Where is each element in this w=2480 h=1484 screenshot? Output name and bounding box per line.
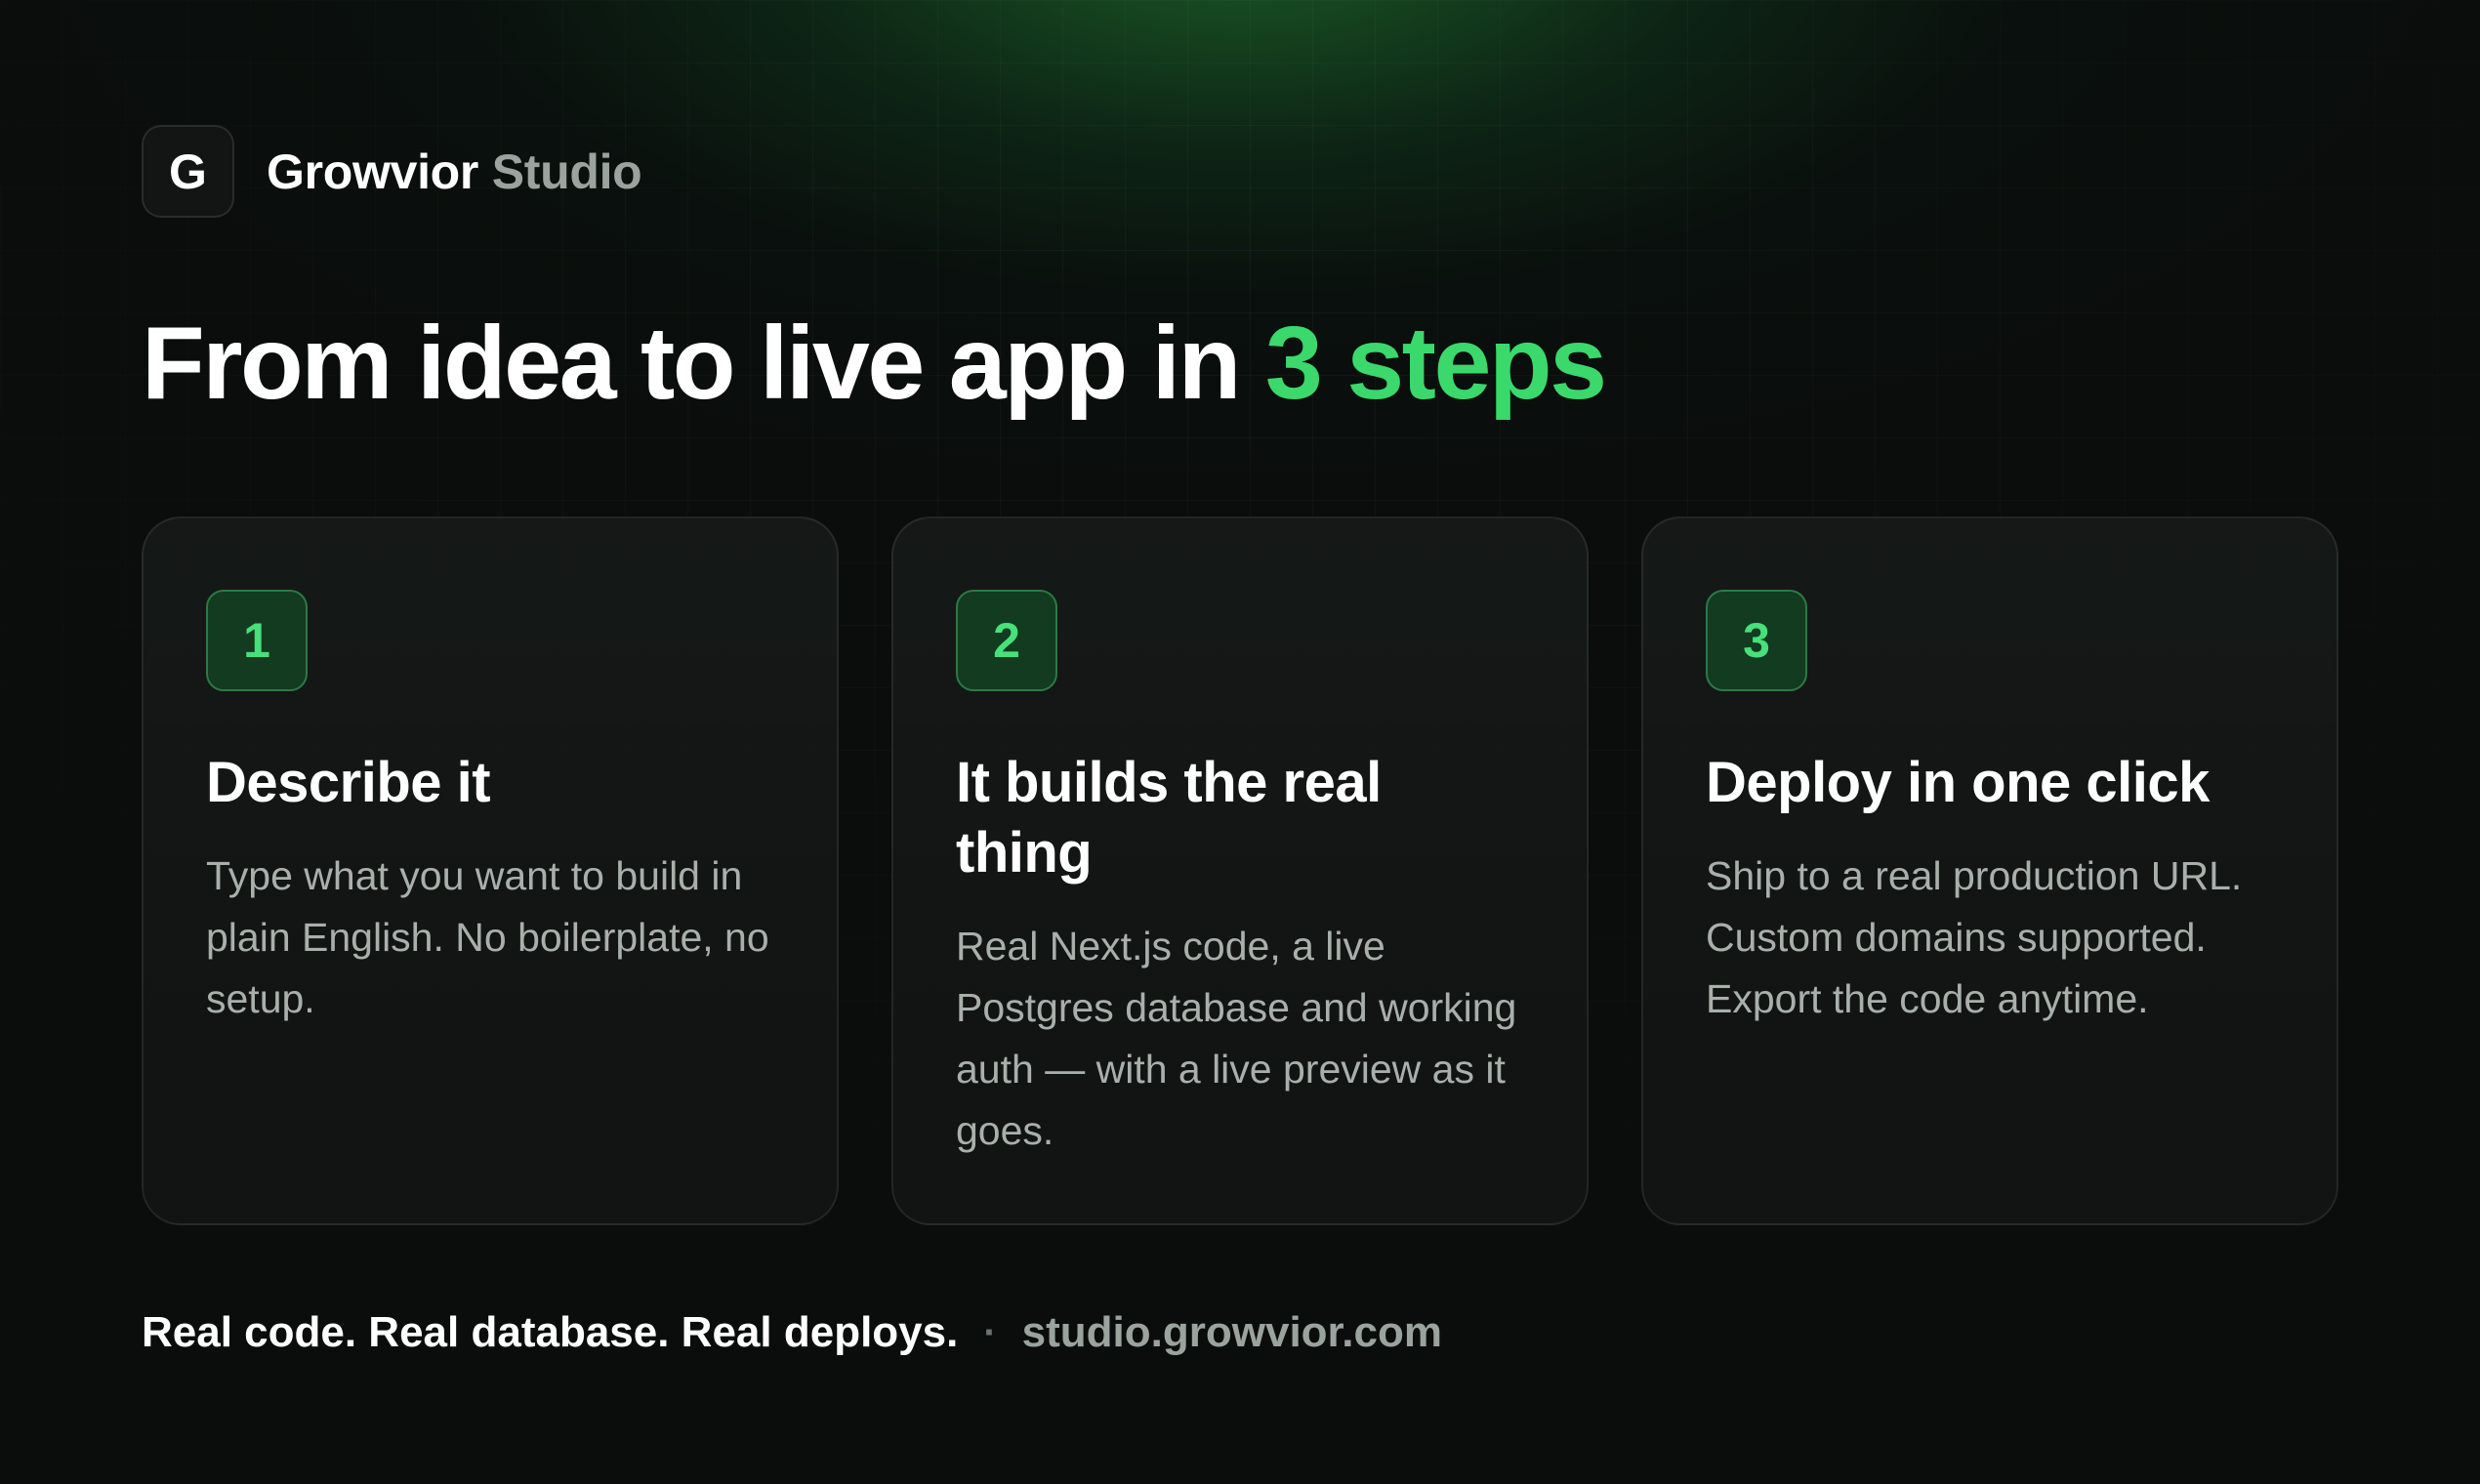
footer-separator: ·	[983, 1310, 997, 1354]
step-title: Describe it	[206, 751, 491, 814]
brand-name-suffix: Studio	[491, 144, 642, 199]
step-number-badge: 1	[206, 590, 308, 691]
step-description: Real Next.js code, a live Postgres datab…	[956, 924, 1517, 1153]
step-description: Ship to a real production URL. Custom do…	[1706, 853, 2243, 1021]
footer-tagline: Real code. Real database. Real deploys.	[142, 1308, 959, 1356]
step-card-3: 3 Deploy in one click Ship to a real pro…	[1641, 516, 2338, 1225]
promo-canvas: G Growvior Studio From idea to live app …	[0, 0, 2480, 1484]
brand: G Growvior Studio	[142, 125, 642, 218]
headline-prefix: From idea to live app in	[142, 306, 1241, 421]
step-card-2: 2 It builds the real thing Real Next.js …	[891, 516, 1589, 1225]
step-card-1: 1 Describe it Type what you want to buil…	[142, 516, 839, 1225]
brand-name: Growvior Studio	[267, 144, 642, 200]
brand-name-primary: Growvior	[267, 144, 479, 199]
brand-logo: G	[142, 125, 234, 218]
page-title: From idea to live app in 3 steps	[142, 305, 1607, 423]
headline-accent: 3 steps	[1264, 306, 1607, 421]
footer: Real code. Real database. Real deploys. …	[142, 1308, 1442, 1357]
footer-url-link[interactable]: studio.growvior.com	[1022, 1308, 1442, 1357]
step-title: It builds the real thing	[956, 751, 1382, 885]
steps-list: 1 Describe it Type what you want to buil…	[142, 516, 2338, 1225]
step-number-badge: 2	[956, 590, 1057, 691]
step-description: Type what you want to build in plain Eng…	[206, 853, 769, 1021]
step-number-badge: 3	[1706, 590, 1807, 691]
step-title: Deploy in one click	[1706, 751, 2210, 814]
